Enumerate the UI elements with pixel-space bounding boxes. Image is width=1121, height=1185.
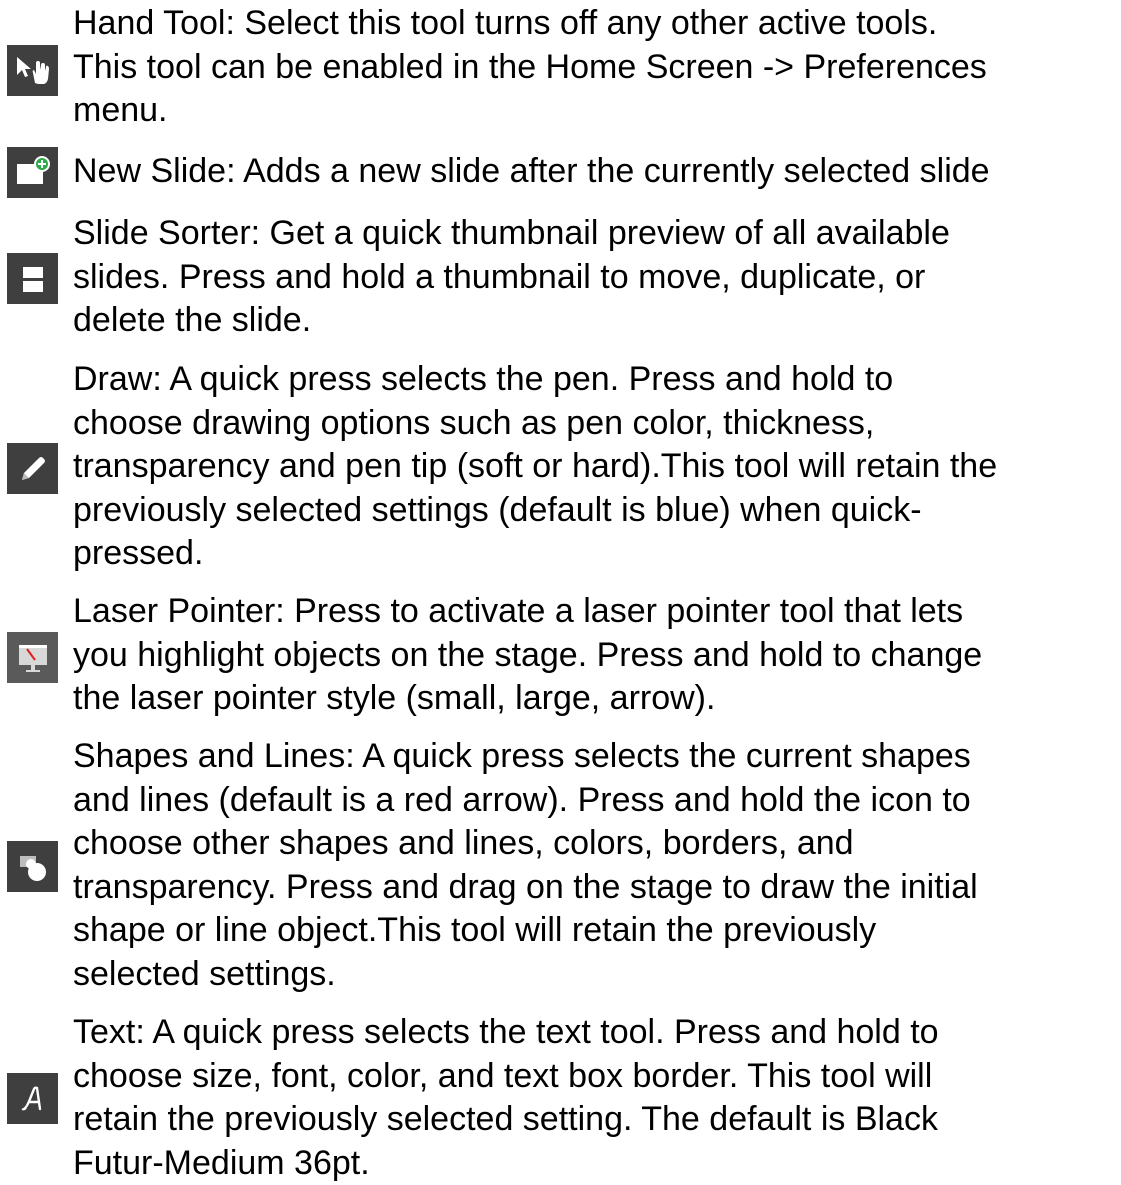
- laser-pointer-description-line-2: you highlight objects on the stage. Pres…: [73, 634, 1121, 678]
- shapes-lines-description-line-2: and lines (default is a red arrow). Pres…: [73, 779, 1121, 823]
- shapes-lines-description-line-3: choose other shapes and lines, colors, b…: [73, 822, 1121, 866]
- shapes-lines-description-line-4: transparency. Press and drag on the stag…: [73, 866, 1121, 910]
- new-slide-icon: [7, 147, 58, 198]
- text-tool-description-line-3: retain the previously selected setting. …: [73, 1098, 1121, 1142]
- text-tool-description-line-4: Futur-Medium 36pt.: [73, 1142, 1121, 1185]
- hand-tool-description-line-2: This tool can be enabled in the Home Scr…: [73, 46, 1121, 90]
- laser-pointer-description-line-1: Laser Pointer: Press to activate a laser…: [73, 590, 1121, 634]
- slide-sorter-description-line-1: Slide Sorter: Get a quick thumbnail prev…: [73, 212, 1121, 256]
- text-tool-description-line-2: choose size, font, color, and text box b…: [73, 1055, 1121, 1099]
- shapes-lines-description-line-1: Shapes and Lines: A quick press selects …: [73, 735, 1121, 779]
- draw-description-line-1: Draw: A quick press selects the pen. Pre…: [73, 358, 1121, 402]
- hand-tool-icon: [7, 45, 58, 96]
- shapes-lines-description-line-5: shape or line object.This tool will reta…: [73, 909, 1121, 953]
- draw-description-line-5: pressed.: [73, 532, 1121, 576]
- text-tool-description-line-1: Text: A quick press selects the text too…: [73, 1011, 1121, 1055]
- shapes-lines-icon: [7, 841, 58, 892]
- slide-sorter-icon: [7, 253, 58, 304]
- draw-description-line-4: previously selected settings (default is…: [73, 489, 1121, 533]
- hand-tool-description-line-1: Hand Tool: Select this tool turns off an…: [73, 2, 1121, 46]
- draw-description-line-2: choose drawing options such as pen color…: [73, 402, 1121, 446]
- new-slide-description-line-1: New Slide: Adds a new slide after the cu…: [73, 150, 1121, 194]
- laser-pointer-icon: [7, 632, 58, 683]
- text-tool-icon: [7, 1073, 58, 1124]
- draw-pen-icon: [7, 443, 58, 494]
- hand-tool-description-line-3: menu.: [73, 89, 1121, 133]
- draw-description-line-3: transparency and pen tip (soft or hard).…: [73, 445, 1121, 489]
- slide-sorter-description-line-2: slides. Press and hold a thumbnail to mo…: [73, 256, 1121, 300]
- slide-sorter-description-line-3: delete the slide.: [73, 299, 1121, 343]
- shapes-lines-description-line-6: selected settings.: [73, 953, 1121, 997]
- laser-pointer-description-line-3: the laser pointer style (small, large, a…: [73, 677, 1121, 721]
